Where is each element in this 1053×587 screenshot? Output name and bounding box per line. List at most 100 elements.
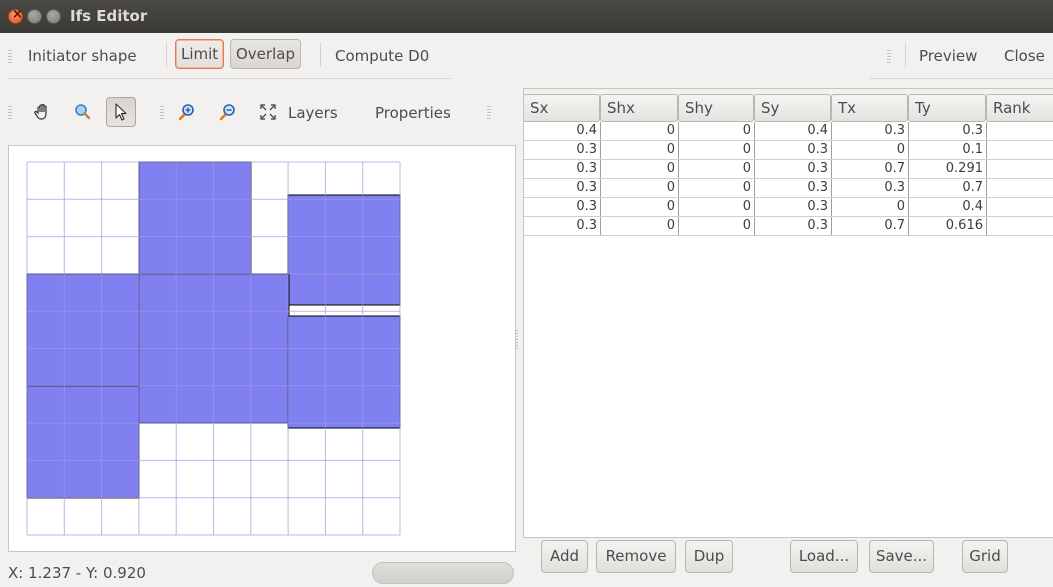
window-minimize-button[interactable] bbox=[27, 9, 42, 24]
table-cell-sx[interactable]: 0.3 bbox=[524, 160, 601, 178]
zoom-search-icon[interactable] bbox=[68, 97, 98, 127]
title-bar: Ifs Editor bbox=[0, 0, 1053, 33]
table-cell-tx[interactable]: 0 bbox=[832, 141, 909, 159]
progress-bar bbox=[372, 562, 514, 584]
table-cell-shy[interactable]: 0 bbox=[679, 198, 755, 216]
preview-button[interactable]: Preview bbox=[919, 47, 977, 65]
load-button[interactable]: Load... bbox=[790, 540, 858, 573]
table-cell-tx[interactable]: 0.3 bbox=[832, 122, 909, 140]
fit-view-icon[interactable] bbox=[253, 97, 283, 127]
tools-toolbar: Layers Properties bbox=[0, 88, 514, 138]
save-button[interactable]: Save... bbox=[869, 540, 934, 573]
table-cell-rank[interactable]: 0 bbox=[987, 217, 1053, 235]
toolbar-divider bbox=[8, 78, 451, 79]
column-header-rank[interactable]: Rank bbox=[986, 94, 1053, 122]
zoom-in-icon[interactable] bbox=[172, 97, 202, 127]
table-row[interactable]: 0.3000.300.10 bbox=[524, 141, 1053, 160]
table-cell-shy[interactable]: 0 bbox=[679, 179, 755, 197]
transform-rect[interactable] bbox=[138, 161, 252, 275]
table-cell-rank[interactable]: 0 bbox=[987, 141, 1053, 159]
table-cell-ty[interactable]: 0.291 bbox=[909, 160, 987, 178]
column-header-shx[interactable]: Shx bbox=[600, 94, 678, 122]
overlap-toggle[interactable]: Overlap bbox=[230, 39, 301, 69]
transform-rect[interactable] bbox=[26, 385, 140, 499]
main-toolbar: Initiator shape Limit Overlap Compute D0… bbox=[0, 33, 1053, 79]
table-cell-rank[interactable]: 0 bbox=[987, 160, 1053, 178]
toolbar-grip[interactable] bbox=[887, 50, 891, 64]
remove-button[interactable]: Remove bbox=[596, 540, 676, 573]
table-cell-shy[interactable]: 0 bbox=[679, 160, 755, 178]
table-cell-sx[interactable]: 0.3 bbox=[524, 198, 601, 216]
compute-d0-button[interactable]: Compute D0 bbox=[335, 47, 429, 65]
transform-rect[interactable] bbox=[287, 194, 401, 306]
table-cell-shx[interactable]: 0 bbox=[601, 141, 679, 159]
table-cell-sx[interactable]: 0.3 bbox=[524, 141, 601, 159]
transform-rect[interactable] bbox=[26, 273, 140, 387]
dup-button[interactable]: Dup bbox=[685, 540, 733, 573]
column-header-sy[interactable]: Sy bbox=[754, 94, 831, 122]
transform-rect[interactable] bbox=[287, 315, 401, 429]
table-cell-shx[interactable]: 0 bbox=[601, 179, 679, 197]
limit-toggle[interactable]: Limit bbox=[175, 39, 225, 69]
panel-splitter[interactable] bbox=[516, 330, 518, 350]
toolbar-grip[interactable] bbox=[8, 106, 12, 120]
close-button[interactable]: Close bbox=[1004, 47, 1045, 65]
table-cell-sy[interactable]: 0.4 bbox=[755, 122, 832, 140]
table-row[interactable]: 0.3000.300.40 bbox=[524, 198, 1053, 217]
table-cell-rank[interactable]: 0 bbox=[987, 198, 1053, 216]
table-cell-tx[interactable]: 0.7 bbox=[832, 217, 909, 235]
toolbar-grip[interactable] bbox=[160, 106, 164, 120]
transforms-table[interactable]: Sx Shx Shy Sy Tx Ty Rank 0.4000.40.30.31… bbox=[523, 88, 1053, 538]
column-header-sx[interactable]: Sx bbox=[524, 94, 600, 122]
table-cell-shx[interactable]: 0 bbox=[601, 217, 679, 235]
grid-button[interactable]: Grid bbox=[962, 540, 1008, 573]
table-cell-sy[interactable]: 0.3 bbox=[755, 141, 832, 159]
ifs-drawing[interactable] bbox=[9, 146, 515, 551]
window-close-button[interactable] bbox=[8, 7, 23, 24]
table-header: Sx Shx Shy Sy Tx Ty Rank bbox=[524, 89, 1053, 122]
table-cell-shx[interactable]: 0 bbox=[601, 160, 679, 178]
table-cell-sx[interactable]: 0.3 bbox=[524, 217, 601, 235]
window-maximize-button[interactable] bbox=[46, 9, 61, 24]
column-header-shy[interactable]: Shy bbox=[678, 94, 754, 122]
table-cell-tx[interactable]: 0.3 bbox=[832, 179, 909, 197]
properties-button[interactable]: Properties bbox=[375, 104, 451, 122]
table-cell-shy[interactable]: 0 bbox=[679, 141, 755, 159]
pointer-arrow-icon[interactable] bbox=[106, 97, 136, 127]
table-cell-shx[interactable]: 0 bbox=[601, 198, 679, 216]
table-cell-sx[interactable]: 0.4 bbox=[524, 122, 601, 140]
table-cell-ty[interactable]: 0.4 bbox=[909, 198, 987, 216]
window-title: Ifs Editor bbox=[70, 7, 148, 25]
table-cell-sx[interactable]: 0.3 bbox=[524, 179, 601, 197]
layers-button[interactable]: Layers bbox=[288, 104, 338, 122]
table-cell-shy[interactable]: 0 bbox=[679, 122, 755, 140]
table-cell-sy[interactable]: 0.3 bbox=[755, 179, 832, 197]
zoom-out-icon[interactable] bbox=[213, 97, 243, 127]
table-row[interactable]: 0.3000.30.70.2910 bbox=[524, 160, 1053, 179]
toolbar-grip[interactable] bbox=[8, 50, 12, 64]
initiator-shape-button[interactable]: Initiator shape bbox=[28, 47, 137, 65]
table-cell-sy[interactable]: 0.3 bbox=[755, 198, 832, 216]
table-cell-ty[interactable]: 0.3 bbox=[909, 122, 987, 140]
toolbar-divider bbox=[870, 78, 1053, 79]
table-cell-tx[interactable]: 0.7 bbox=[832, 160, 909, 178]
column-header-tx[interactable]: Tx bbox=[831, 94, 908, 122]
table-cell-shx[interactable]: 0 bbox=[601, 122, 679, 140]
table-row[interactable]: 0.3000.30.70.6160 bbox=[524, 217, 1053, 236]
table-cell-ty[interactable]: 0.1 bbox=[909, 141, 987, 159]
column-header-ty[interactable]: Ty bbox=[908, 94, 986, 122]
table-cell-rank[interactable]: 1 bbox=[987, 122, 1053, 140]
table-cell-tx[interactable]: 0 bbox=[832, 198, 909, 216]
toolbar-grip[interactable] bbox=[487, 106, 491, 120]
pan-hand-icon[interactable] bbox=[28, 97, 58, 127]
table-row[interactable]: 0.4000.40.30.31 bbox=[524, 122, 1053, 141]
table-cell-ty[interactable]: 0.7 bbox=[909, 179, 987, 197]
ifs-canvas[interactable] bbox=[8, 145, 516, 552]
table-cell-ty[interactable]: 0.616 bbox=[909, 217, 987, 235]
table-cell-sy[interactable]: 0.3 bbox=[755, 160, 832, 178]
table-cell-rank[interactable]: 0 bbox=[987, 179, 1053, 197]
table-row[interactable]: 0.3000.30.30.70 bbox=[524, 179, 1053, 198]
table-cell-shy[interactable]: 0 bbox=[679, 217, 755, 235]
table-cell-sy[interactable]: 0.3 bbox=[755, 217, 832, 235]
add-button[interactable]: Add bbox=[541, 540, 588, 573]
